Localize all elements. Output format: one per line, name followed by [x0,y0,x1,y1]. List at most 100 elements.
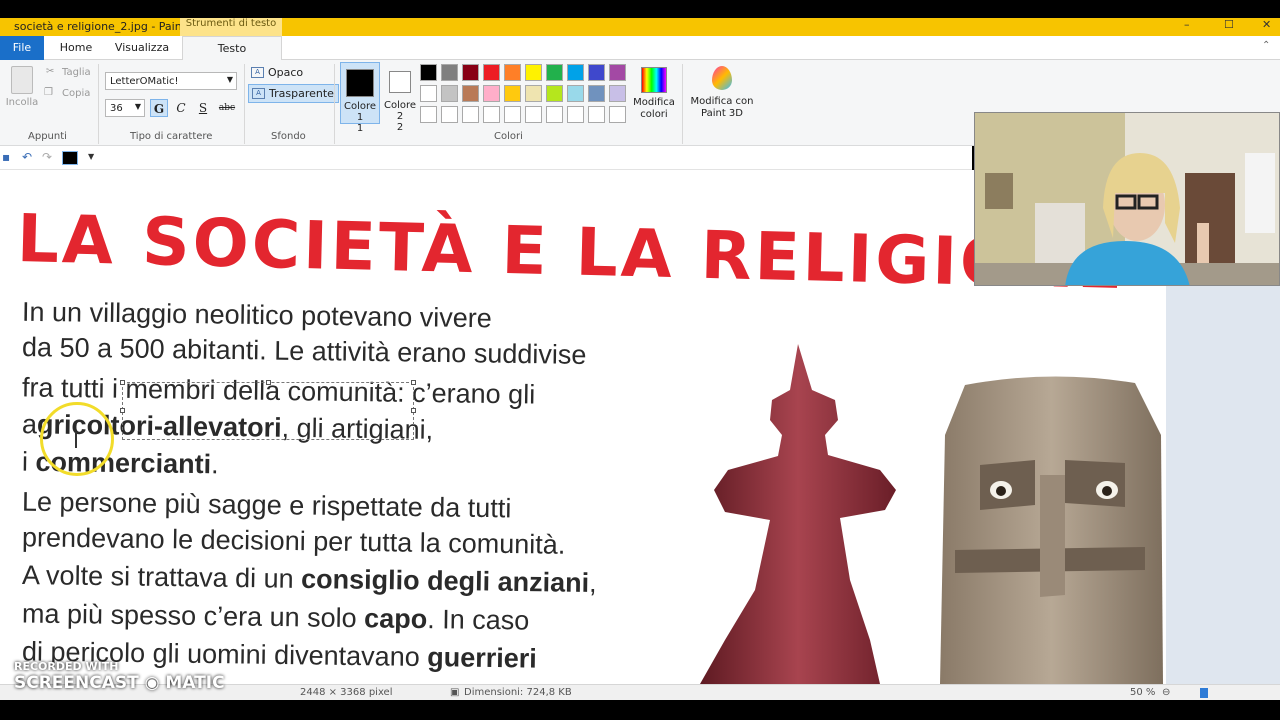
italic-button[interactable]: C [172,99,190,117]
strikethrough-button[interactable]: abc [216,99,238,117]
palette-color[interactable] [609,64,626,81]
palette-color[interactable] [609,85,626,102]
text-line-1: da 50 a 500 abitanti. Le attività erano … [21,332,587,370]
quick-access-toolbar: ▪ ↶ ↷ ▼ [0,146,972,170]
palette-color[interactable] [588,64,605,81]
paste-button[interactable]: Incolla [4,64,40,118]
underline-button[interactable]: S [194,99,212,117]
font-family-select[interactable]: LetterOMatic! ▼ [105,72,237,90]
palette-color[interactable] [420,106,437,123]
recording-watermark: RECORDED WITH SCREENCAST ◉ MATIC [14,660,225,693]
undo-icon[interactable]: ↶ [22,150,32,164]
palette-color[interactable] [420,85,437,102]
palette-color[interactable] [483,85,500,102]
palette-color[interactable] [588,106,605,123]
color1-swatch [346,69,374,97]
font-group-label: Tipo di carattere [130,131,213,142]
cut-button[interactable]: Taglia [62,67,91,78]
text-line-7-bold: consiglio degli anziani [300,563,590,598]
save-icon[interactable]: ▪ [2,150,10,164]
palette-color[interactable] [504,64,521,81]
resize-handle[interactable] [120,380,125,385]
text-line: A volte si trattava di un consiglio degl… [22,560,597,599]
resize-handle[interactable] [411,380,416,385]
palette-color[interactable] [567,64,584,81]
resize-handle[interactable] [266,380,271,385]
font-size-select[interactable]: 36 ▼ [105,99,145,117]
color1-number: 1 [356,123,364,134]
text-line: ma più spesso c’era un solo capo. In cas… [22,598,530,636]
palette-color[interactable] [462,85,479,102]
color-swatch-icon[interactable] [62,151,78,165]
palette-color[interactable] [483,64,500,81]
resize-handle[interactable] [411,408,416,413]
palette-color[interactable] [588,85,605,102]
tab-text[interactable]: Testo [182,36,282,61]
palette-color[interactable] [441,106,458,123]
palette-color[interactable] [504,106,521,123]
opaque-button[interactable]: A Opaco [248,64,307,81]
palette-color[interactable] [441,85,458,102]
scissors-icon: ✂ [46,66,55,77]
tab-home[interactable]: Home [52,36,100,60]
close-button[interactable]: ✕ [1262,18,1271,31]
resize-handle[interactable] [120,408,125,413]
chevron-down-icon: ▼ [226,75,233,84]
tab-file[interactable]: File [0,36,44,60]
color2-button[interactable]: Colore 2 2 [380,62,420,133]
redo-icon[interactable]: ↷ [42,150,52,164]
cursor-highlight [40,402,114,476]
palette-color[interactable] [546,106,563,123]
opaque-icon: A [251,67,264,78]
text-line-0: In un villaggio neolitico potevano viver… [21,296,493,334]
collapse-ribbon-icon[interactable]: ⌃ [1262,40,1270,51]
transparent-label: Trasparente [269,87,334,100]
text-line-5: Le persone più sagge e rispettate da tut… [21,486,512,524]
text-selection-box[interactable] [120,380,416,440]
bold-button[interactable]: G [150,99,168,117]
color1-button[interactable]: Colore 1 1 [340,62,380,134]
palette-color[interactable] [462,64,479,81]
rainbow-icon [641,67,667,93]
palette-color[interactable] [462,106,479,123]
minimize-button[interactable]: – [1184,18,1190,31]
color2-number: 2 [396,122,404,133]
ribbon-tabs: File Home Visualizza Testo ⌃ [0,36,1280,61]
text-line: Le persone più sagge e rispettate da tut… [22,487,512,525]
palette-color[interactable] [420,64,437,81]
window-title: società e religione_2.jpg - Paint [14,20,187,33]
palette-color[interactable] [546,64,563,81]
tab-view[interactable]: Visualizza [108,36,176,60]
edit-colors-label: Modifica colori [633,97,675,120]
chevron-down-icon: ▼ [134,102,141,111]
top-letterbox [0,0,1280,18]
maximize-button[interactable]: ☐ [1224,18,1234,31]
separator [244,64,245,144]
palette-color[interactable] [525,85,542,102]
palette-color[interactable] [483,106,500,123]
color2-swatch [389,71,411,93]
paint3d-button[interactable]: Modifica con Paint 3D [688,64,756,126]
customize-qat-icon[interactable]: ▼ [88,152,94,161]
palette-color[interactable] [567,85,584,102]
copy-button[interactable]: Copia [62,88,90,99]
webcam-overlay [974,112,1280,286]
palette-color[interactable] [567,106,584,123]
text-line-7-post: , [588,567,597,599]
palette-color[interactable] [525,106,542,123]
zoom-slider-thumb[interactable] [1200,688,1208,698]
transparent-button[interactable]: A Trasparente [248,84,339,103]
text-line: In un villaggio neolitico potevano viver… [22,297,492,335]
palette-color[interactable] [441,64,458,81]
palette-color[interactable] [609,106,626,123]
text-line-8-pre: ma più spesso c’era un solo [21,598,365,634]
font-size-value: 36 [110,103,123,114]
text-cursor-icon [75,432,77,448]
palette-color[interactable] [546,85,563,102]
paint3d-label: Modifica con Paint 3D [690,96,754,119]
text-line-8-post: . In caso [427,604,530,636]
palette-color[interactable] [504,85,521,102]
edit-colors-button[interactable]: Modifica colori [632,64,676,126]
palette-color[interactable] [525,64,542,81]
zoom-out-icon[interactable]: ⊖ [1162,687,1170,698]
